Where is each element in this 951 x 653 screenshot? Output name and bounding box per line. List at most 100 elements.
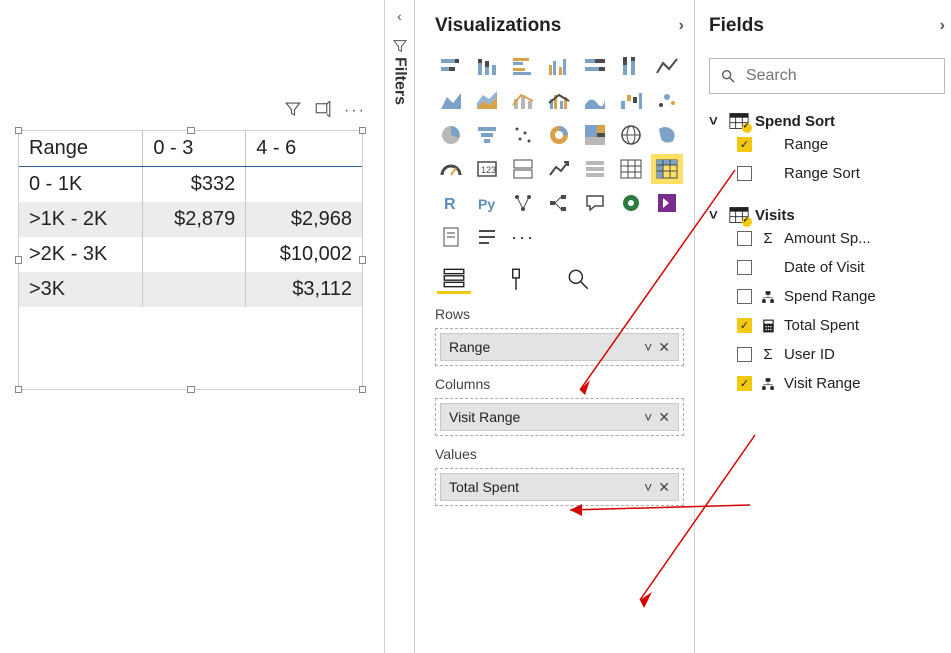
matrix-row-header[interactable]: 0 - 1K xyxy=(19,167,143,203)
powerapps-visual-icon[interactable] xyxy=(651,188,683,218)
field-range[interactable]: ✓ Range xyxy=(709,130,945,159)
chevron-down-icon[interactable]: ˅ xyxy=(709,113,723,130)
checkbox-icon[interactable] xyxy=(737,260,752,275)
focus-mode-icon[interactable] xyxy=(314,100,332,121)
resize-handle[interactable] xyxy=(15,256,22,264)
field-pill-range[interactable]: Range ˅✕ xyxy=(440,333,679,361)
resize-handle[interactable] xyxy=(359,386,366,393)
slicer-icon[interactable] xyxy=(579,154,611,184)
line-stacked-column-icon[interactable] xyxy=(507,86,539,116)
field-spend-range[interactable]: Spend Range xyxy=(709,282,945,311)
matrix-cell[interactable] xyxy=(246,167,362,203)
funnel-icon[interactable] xyxy=(471,120,503,150)
clustered-bar-icon[interactable] xyxy=(507,52,539,82)
report-canvas[interactable]: ··· Range 0 - 3 4 - 6 0 - 1K $332 xyxy=(0,0,385,653)
expand-filters-icon[interactable]: ‹ xyxy=(385,8,414,24)
checkbox-icon[interactable] xyxy=(737,347,752,362)
scatter-icon[interactable] xyxy=(651,86,683,116)
stacked-bar-icon[interactable] xyxy=(435,52,467,82)
values-well[interactable]: Total Spent ˅✕ xyxy=(435,468,684,506)
scatter-chart-icon[interactable] xyxy=(507,120,539,150)
gauge-icon[interactable] xyxy=(435,154,467,184)
resize-handle[interactable] xyxy=(359,256,366,264)
table-icon[interactable] xyxy=(615,154,647,184)
smart-narrative-icon[interactable] xyxy=(471,222,503,252)
filled-map-icon[interactable] xyxy=(651,120,683,150)
remove-icon[interactable]: ✕ xyxy=(658,479,670,496)
map-icon[interactable] xyxy=(615,120,647,150)
qna-visual-icon[interactable] xyxy=(579,188,611,218)
pie-icon[interactable] xyxy=(435,120,467,150)
100stacked-column-icon[interactable] xyxy=(615,52,647,82)
card-icon[interactable]: 123 xyxy=(471,154,503,184)
chevron-down-icon[interactable]: ˅ xyxy=(644,409,652,425)
matrix-cell[interactable]: $3,112 xyxy=(246,272,362,307)
key-influencers-icon[interactable] xyxy=(507,188,539,218)
line-chart-icon[interactable] xyxy=(651,52,683,82)
matrix-row-header[interactable]: >1K - 2K xyxy=(19,202,143,237)
field-user-id[interactable]: Σ User ID xyxy=(709,340,945,369)
columns-well[interactable]: Visit Range ˅✕ xyxy=(435,398,684,436)
checkbox-icon[interactable] xyxy=(737,289,752,304)
matrix-col-header[interactable]: 0 - 3 xyxy=(143,131,246,167)
matrix-cell[interactable]: $2,968 xyxy=(246,202,362,237)
checkbox-icon[interactable] xyxy=(737,166,752,181)
matrix-col-header[interactable]: 4 - 6 xyxy=(246,131,362,167)
remove-icon[interactable]: ✕ xyxy=(658,339,670,356)
matrix-corner[interactable]: Range xyxy=(19,131,143,167)
table-header-visits[interactable]: ˅ Visits xyxy=(709,206,945,224)
table-header-spend-sort[interactable]: ˅ Spend Sort xyxy=(709,112,945,130)
filter-icon[interactable] xyxy=(284,100,302,121)
checkbox-icon[interactable] xyxy=(737,231,752,246)
matrix-icon[interactable] xyxy=(651,154,683,184)
fields-search[interactable] xyxy=(709,58,945,94)
field-amount-spent[interactable]: Σ Amount Sp... xyxy=(709,224,945,253)
treemap-icon[interactable] xyxy=(579,120,611,150)
python-visual-icon[interactable]: Py xyxy=(471,188,503,218)
field-pill-visit-range[interactable]: Visit Range ˅✕ xyxy=(440,403,679,431)
kpi-icon[interactable] xyxy=(543,154,575,184)
field-visit-range[interactable]: ✓ Visit Range xyxy=(709,369,945,398)
rows-well[interactable]: Range ˅✕ xyxy=(435,328,684,366)
ribbon-chart-icon[interactable] xyxy=(579,86,611,116)
area-chart-icon[interactable] xyxy=(435,86,467,116)
100stacked-bar-icon[interactable] xyxy=(579,52,611,82)
multirow-card-icon[interactable] xyxy=(507,154,539,184)
resize-handle[interactable] xyxy=(15,127,22,134)
resize-handle[interactable] xyxy=(187,127,195,134)
checkbox-icon[interactable]: ✓ xyxy=(737,376,752,391)
field-pill-total-spent[interactable]: Total Spent ˅✕ xyxy=(440,473,679,501)
format-tab-icon[interactable] xyxy=(499,264,533,294)
matrix-cell[interactable] xyxy=(143,237,246,272)
chevron-down-icon[interactable]: ˅ xyxy=(644,479,652,495)
search-input[interactable] xyxy=(744,66,934,86)
paginated-report-icon[interactable] xyxy=(435,222,467,252)
matrix-cell[interactable]: $332 xyxy=(143,167,246,203)
matrix-visual[interactable]: Range 0 - 3 4 - 6 0 - 1K $332 >1K - 2K $… xyxy=(18,130,363,390)
stacked-column-icon[interactable] xyxy=(471,52,503,82)
get-more-visuals-icon[interactable]: ··· xyxy=(507,222,539,252)
r-visual-icon[interactable]: R xyxy=(435,188,467,218)
remove-icon[interactable]: ✕ xyxy=(658,409,670,426)
collapse-pane-icon[interactable]: › xyxy=(679,17,684,35)
checkbox-icon[interactable]: ✓ xyxy=(737,318,752,333)
waterfall-icon[interactable] xyxy=(615,86,647,116)
matrix-cell[interactable] xyxy=(143,272,246,307)
field-date-of-visit[interactable]: Date of Visit xyxy=(709,253,945,282)
arcgis-icon[interactable] xyxy=(615,188,647,218)
collapse-pane-icon[interactable]: › xyxy=(940,17,945,35)
chevron-down-icon[interactable]: ˅ xyxy=(644,339,652,355)
filters-pane-collapsed[interactable]: ‹ Filters xyxy=(385,0,415,653)
decomposition-tree-icon[interactable] xyxy=(543,188,575,218)
clustered-column-icon[interactable] xyxy=(543,52,575,82)
more-options-icon[interactable]: ··· xyxy=(344,102,366,120)
resize-handle[interactable] xyxy=(359,127,366,134)
stacked-area-icon[interactable] xyxy=(471,86,503,116)
fields-tab-icon[interactable] xyxy=(437,264,471,294)
analytics-tab-icon[interactable] xyxy=(561,264,595,294)
resize-handle[interactable] xyxy=(187,386,195,393)
chevron-down-icon[interactable]: ˅ xyxy=(709,207,723,224)
field-range-sort[interactable]: Range Sort xyxy=(709,159,945,188)
matrix-cell[interactable]: $10,002 xyxy=(246,237,362,272)
field-total-spent[interactable]: ✓ Total Spent xyxy=(709,311,945,340)
